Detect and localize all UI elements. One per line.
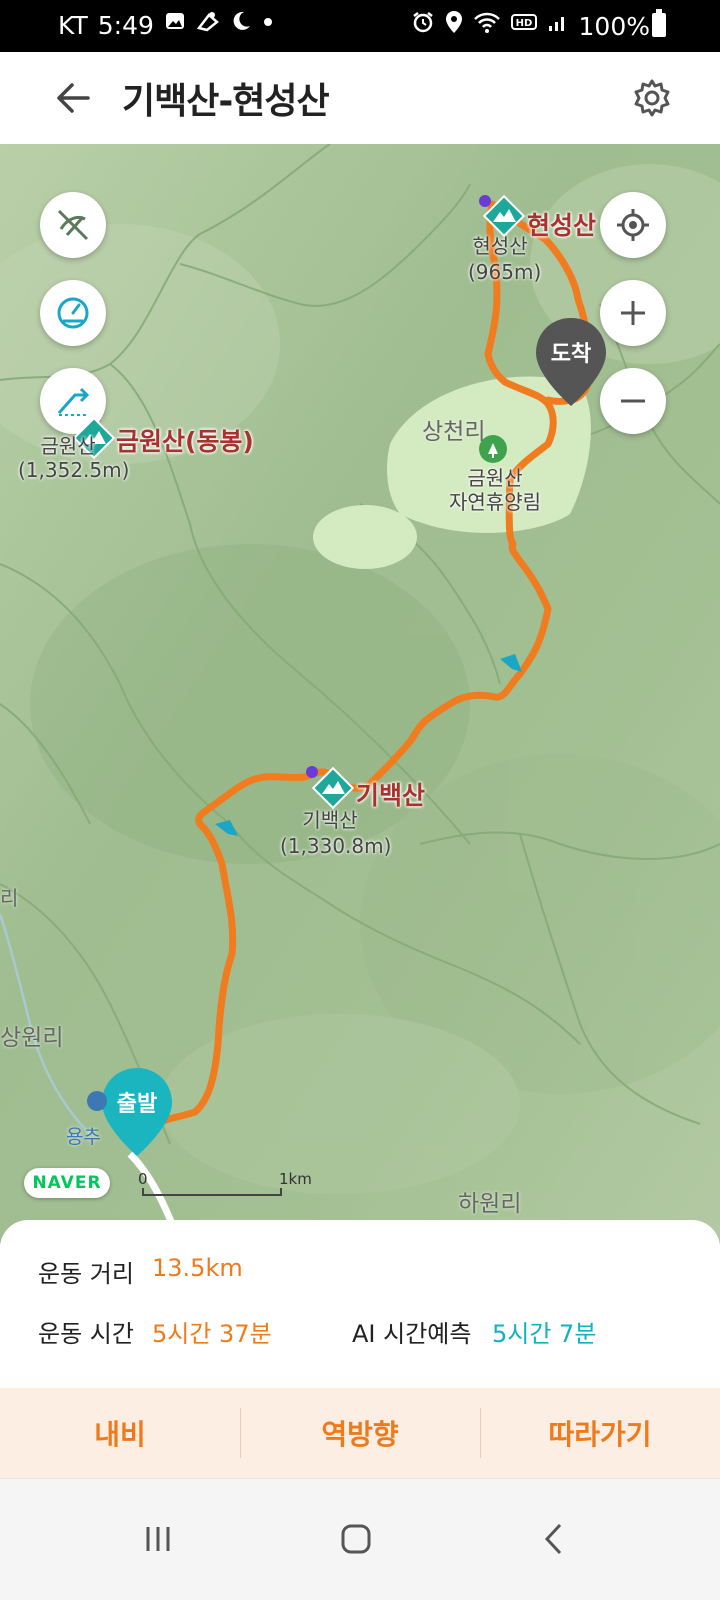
bus-stop-marker xyxy=(86,1090,108,1116)
peak-name: 현성산 xyxy=(527,211,597,240)
distance-value: 13.5km xyxy=(152,1254,243,1282)
peak-name: 금원산(동봉) xyxy=(116,427,254,456)
back-icon xyxy=(544,1523,562,1555)
speedometer-icon xyxy=(57,297,89,329)
village-label: 하원리 xyxy=(458,1191,522,1217)
my-location-button[interactable] xyxy=(600,192,666,258)
map-view[interactable]: 현성산 현성산 (965m) 금원산(동봉) 금원산 (1,352.5m) 기백… xyxy=(0,144,720,1244)
ai-time-value: 5시간 7분 xyxy=(492,1320,597,1348)
my-location-icon xyxy=(617,209,649,241)
zoom-in-icon xyxy=(621,301,645,325)
peak-name: 기백산 xyxy=(356,781,426,810)
peak-sub-name: 현성산 xyxy=(472,234,528,258)
scale-bar xyxy=(142,1188,282,1196)
hd-icon: HD xyxy=(510,11,537,41)
start-pin-label: 출발 xyxy=(116,1092,158,1117)
battery-percent: 100% xyxy=(578,11,650,41)
action-bar: 내비 역방향 따라가기 xyxy=(0,1388,720,1478)
alarm-icon xyxy=(411,10,435,42)
mountain-icon xyxy=(306,766,355,810)
page-title: 기백산-현성산 xyxy=(122,81,330,122)
carrier-label: KT xyxy=(58,10,88,40)
home-button[interactable] xyxy=(326,1509,386,1569)
recent-apps-icon xyxy=(146,1527,170,1551)
peak-sub-name: 기백산 xyxy=(302,808,358,832)
zoom-out-icon xyxy=(621,399,645,403)
forest-label: 자연휴양림 xyxy=(449,490,541,514)
system-nav-bar xyxy=(0,1478,720,1600)
route-visibility-button[interactable] xyxy=(40,192,106,258)
route-hide-icon xyxy=(57,209,89,241)
village-label: 상원리 xyxy=(0,1025,64,1051)
peak-elevation: (1,330.8m) xyxy=(280,834,392,858)
naver-logo: NAVER xyxy=(24,1168,110,1198)
clock: 5:49 xyxy=(97,10,154,40)
scale-km-label: 1km xyxy=(279,1170,312,1188)
navi-button[interactable]: 내비 xyxy=(0,1388,240,1478)
status-bar: KT 5:49 HD 100% xyxy=(0,0,720,52)
home-icon xyxy=(341,1524,371,1554)
scale-zero-label: 0 xyxy=(138,1170,148,1188)
end-pin-label: 도착 xyxy=(550,342,592,367)
forest-label: 금원산 xyxy=(467,466,523,490)
zoom-in-button[interactable] xyxy=(600,280,666,346)
reverse-button[interactable]: 역방향 xyxy=(240,1388,480,1478)
edge-label: 리 xyxy=(0,886,19,910)
time-value: 5시간 37분 xyxy=(152,1320,272,1348)
app-header: 기백산-현성산 xyxy=(0,52,720,144)
battery-icon xyxy=(652,9,666,37)
peak-sub-name: 금원산 xyxy=(40,434,96,458)
peak-elevation: (965m) xyxy=(468,260,542,284)
dot-icon xyxy=(262,10,274,40)
distance-label: 운동 거리 xyxy=(38,1260,134,1288)
zoom-out-button[interactable] xyxy=(600,368,666,434)
peak-elevation: (1,352.5m) xyxy=(18,458,130,482)
back-button[interactable] xyxy=(52,76,96,120)
forest-marker[interactable] xyxy=(478,434,508,468)
recent-apps-button[interactable] xyxy=(128,1509,188,1569)
time-label: 운동 시간 xyxy=(38,1320,134,1348)
system-back-button[interactable] xyxy=(524,1509,584,1569)
gallery-icon xyxy=(164,10,186,40)
settings-button[interactable] xyxy=(630,76,674,120)
end-pin[interactable]: 도착 xyxy=(534,316,608,412)
svg-text:HD: HD xyxy=(515,18,532,29)
moon-icon xyxy=(230,10,252,40)
arrow-left-icon xyxy=(57,83,90,113)
elevation-icon xyxy=(57,387,90,416)
village-label: 상천리 xyxy=(422,419,486,445)
start-pin[interactable]: 출발 xyxy=(100,1066,174,1162)
bus-stop-icon xyxy=(87,1091,107,1111)
puzzle-icon xyxy=(196,10,220,40)
signal-icon xyxy=(547,11,569,41)
wifi-icon xyxy=(473,10,501,42)
follow-button[interactable]: 따라가기 xyxy=(480,1388,720,1478)
village-label: 용추 xyxy=(66,1126,101,1148)
gear-icon xyxy=(634,79,670,117)
tree-icon xyxy=(479,435,507,463)
location-icon xyxy=(445,10,463,42)
speed-button[interactable] xyxy=(40,280,106,346)
ai-time-label: AI 시간예측 xyxy=(352,1320,472,1348)
